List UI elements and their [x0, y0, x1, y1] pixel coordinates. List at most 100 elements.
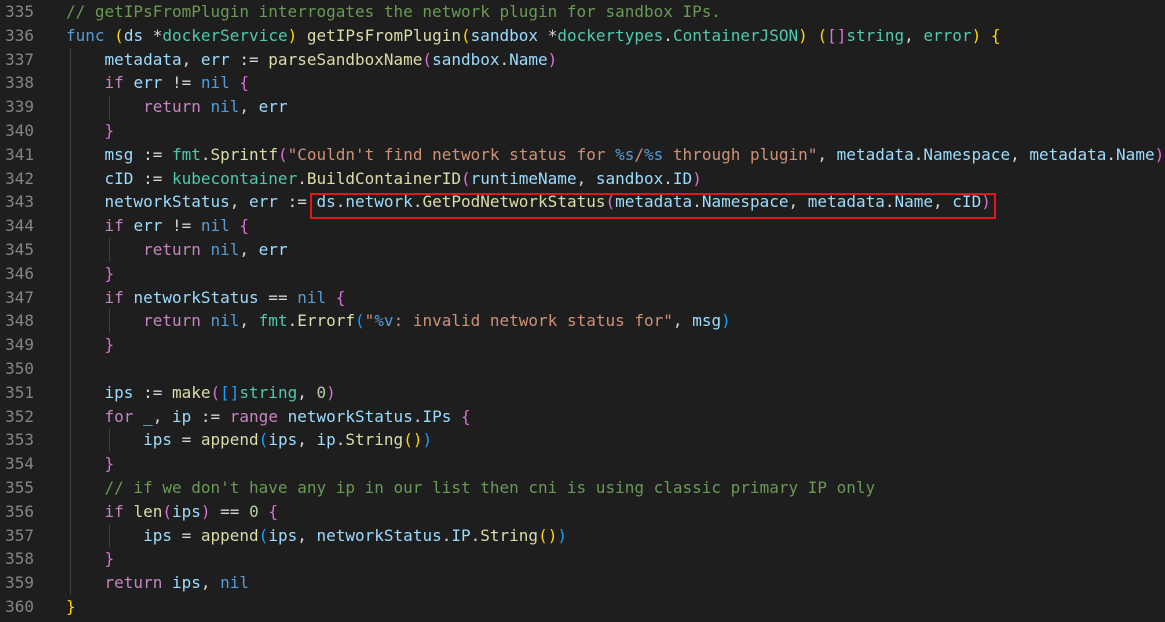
code-line[interactable]: 353 ips = append(ips, ip.String()) — [0, 428, 1165, 453]
code-line[interactable]: 344 if err != nil { — [0, 214, 1165, 238]
code-line[interactable]: 347 if networkStatus == nil { — [0, 285, 1165, 310]
code-token: () — [403, 430, 423, 450]
code-token: metadata — [104, 49, 182, 69]
line-number: 350 — [5, 358, 34, 378]
code-line[interactable]: 355 // if we don't have any ip in our li… — [0, 475, 1165, 500]
code-token: String — [345, 430, 404, 450]
line-number: 341 — [5, 144, 34, 164]
code-token: . — [335, 192, 346, 212]
code-line[interactable]: 360} — [0, 595, 1165, 619]
code-token: ContainerJSON — [672, 25, 799, 45]
code-token: err — [133, 216, 163, 236]
code-token: { — [461, 406, 471, 426]
code-token: Namespace — [923, 144, 1011, 164]
code-token: ) — [1154, 144, 1165, 164]
code-text: return ips, nil — [66, 571, 250, 595]
code-token: ( — [605, 192, 616, 212]
code-line[interactable]: 339 return nil, err — [0, 95, 1165, 119]
code-token: msg — [692, 311, 722, 331]
code-token: : invalid network status for" — [393, 311, 673, 331]
code-token: " — [364, 311, 375, 331]
code-line[interactable]: 354 } — [0, 452, 1165, 476]
line-number: 340 — [5, 120, 34, 140]
code-token: if — [104, 216, 124, 236]
code-token: . — [692, 192, 702, 212]
code-token: , — [200, 573, 221, 593]
code-line[interactable]: 335 // getIPsFromPlugin interrogates the … — [0, 0, 1165, 24]
code-token: GetPodNetworkStatus — [422, 192, 606, 212]
code-line[interactable]: 357 ips = append(ips, networkStatus.IP.S… — [0, 523, 1165, 548]
code-token: . — [1106, 144, 1117, 164]
line-number: 335 — [5, 2, 34, 21]
code-token: { — [990, 25, 1001, 45]
code-token: ) — [326, 382, 336, 402]
code-line[interactable]: 337 metadata, err := parseSandboxName(sa… — [0, 47, 1165, 72]
code-token: () — [538, 525, 558, 545]
line-number: 336 — [5, 25, 34, 45]
code-token: Errorf — [297, 311, 356, 331]
code-editor[interactable]: 335 // getIPsFromPlugin interrogates the … — [0, 0, 1165, 622]
code-token: ip — [171, 406, 192, 426]
code-token: %s — [615, 144, 635, 164]
code-line[interactable]: 350 — [0, 356, 1165, 381]
code-token: { — [239, 73, 250, 93]
code-token: [] — [220, 382, 240, 402]
code-text: if err != nil { — [66, 214, 250, 238]
code-text: ips = append(ips, ip.String()) — [66, 428, 432, 452]
code-token: BuildContainerID — [306, 168, 461, 188]
code-line[interactable]: 349 } — [0, 333, 1165, 357]
code-token: := — [133, 168, 172, 188]
code-token: string — [239, 382, 298, 402]
code-token: == — [210, 501, 250, 521]
code-token: , — [229, 192, 250, 212]
code-line[interactable]: 343 networkStatus, err := ds.network.Get… — [0, 190, 1165, 215]
code-token: ( — [355, 311, 365, 331]
code-line[interactable]: 338 if err != nil { — [0, 71, 1165, 96]
code-token: append — [200, 430, 259, 450]
code-text: msg := fmt.Sprintf("Couldn't find networ… — [66, 143, 1165, 167]
code-token: . — [884, 192, 895, 212]
code-text: return nil, fmt.Errorf("%v: invalid netw… — [66, 309, 731, 333]
code-token: ) — [721, 311, 731, 331]
code-line[interactable]: 358 } — [0, 547, 1165, 572]
code-token: := — [191, 406, 230, 426]
code-line[interactable]: 359 return ips, nil — [0, 571, 1165, 595]
code-token: = — [171, 525, 201, 545]
code-text: if len(ips) == 0 { — [66, 500, 278, 524]
code-token: ) — [798, 25, 818, 45]
code-token: , — [297, 382, 317, 402]
code-line[interactable]: 342 cID := kubecontainer.BuildContainerI… — [0, 166, 1165, 191]
code-token: if — [104, 501, 124, 521]
code-line[interactable]: 351 ips := make([]string, 0) — [0, 380, 1165, 405]
code-token: ips — [171, 573, 201, 593]
code-token: parseSandboxName — [268, 49, 423, 69]
code-line[interactable]: 341 msg := fmt.Sprintf("Couldn't find ne… — [0, 142, 1165, 167]
code-token: return — [104, 573, 163, 593]
code-line[interactable]: 346 } — [0, 261, 1165, 286]
code-line[interactable]: 345 return nil, err — [0, 237, 1165, 262]
code-token: { — [239, 216, 250, 236]
code-token: make — [171, 382, 211, 402]
code-token: networkStatus — [104, 192, 230, 212]
code-token: kubecontainer — [171, 168, 298, 188]
code-token: nil — [297, 287, 327, 307]
code-line[interactable]: 340 } — [0, 118, 1165, 143]
code-line[interactable]: 336 func (ds *dockerService) getIPsFromPl… — [0, 24, 1165, 48]
code-line[interactable]: 348 return nil, fmt.Errorf("%v: invalid … — [0, 309, 1165, 334]
code-token: sandbox — [432, 49, 500, 69]
line-number: 355 — [5, 477, 34, 497]
code-token: , — [933, 192, 953, 212]
code-line[interactable]: 356 if len(ips) == 0 { — [0, 499, 1165, 524]
code-token: 0 — [249, 501, 259, 521]
line-number: 354 — [5, 454, 34, 474]
code-token: } — [66, 596, 76, 616]
code-token: } — [104, 549, 115, 569]
code-token: dockerService — [162, 25, 288, 45]
code-token: ips — [268, 430, 298, 450]
code-token: . — [441, 525, 452, 545]
code-text: if networkStatus == nil { — [66, 286, 346, 310]
code-line[interactable]: 352 for _, ip := range networkStatus.IPs… — [0, 404, 1165, 429]
code-token: ( — [817, 25, 828, 45]
code-token: , — [576, 168, 596, 188]
